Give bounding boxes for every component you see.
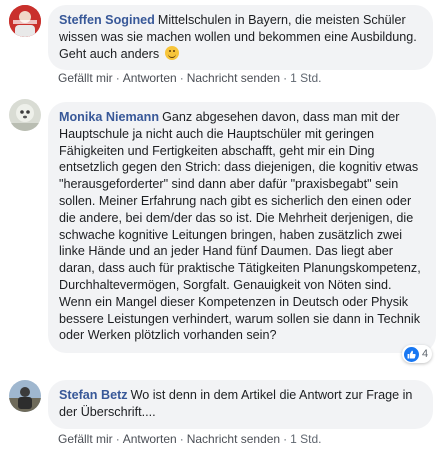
like-button[interactable]: Gefällt mir	[58, 432, 113, 446]
comment-actions: Gefällt mir · Antworten · Nachricht senden · 1…	[58, 432, 322, 446]
comment-actions: Gefällt mir · Antworten · Nachricht senden · 1…	[58, 71, 322, 85]
profile-image	[9, 380, 41, 412]
reaction-count: 4	[422, 348, 429, 360]
reactions-badge[interactable]: 4	[402, 345, 433, 363]
comment-bubble: Steffen Sogined Mittelschulen in Bayern, …	[48, 5, 433, 71]
avatar[interactable]	[9, 5, 41, 37]
smiling-face-emoji-icon	[164, 45, 179, 60]
reply-button[interactable]: Antworten	[123, 432, 177, 446]
comment-text: Ganz abgesehen davon, dass man mit der H…	[59, 110, 421, 343]
avatar[interactable]	[9, 380, 41, 412]
like-button[interactable]: Gefällt mir	[58, 71, 113, 85]
like-icon	[404, 346, 419, 362]
send-message-button[interactable]: Nachricht senden	[187, 71, 280, 85]
comment-bubble: Stefan Betz Wo ist denn in dem Artikel di…	[48, 380, 433, 429]
avatar[interactable]	[9, 99, 41, 131]
profile-image	[9, 99, 41, 131]
send-message-button[interactable]: Nachricht senden	[187, 432, 280, 446]
comment-author[interactable]: Stefan Betz	[59, 388, 128, 402]
comment-bubble: Monika Niemann Ganz abgesehen davon, dass…	[48, 102, 436, 353]
timestamp[interactable]: 1 Std.	[290, 432, 321, 446]
profile-image	[9, 5, 41, 37]
reply-button[interactable]: Antworten	[123, 71, 177, 85]
comment-author[interactable]: Steffen Sogined	[59, 13, 155, 27]
timestamp[interactable]: 1 Std.	[290, 71, 321, 85]
comment-author[interactable]: Monika Niemann	[59, 110, 159, 124]
